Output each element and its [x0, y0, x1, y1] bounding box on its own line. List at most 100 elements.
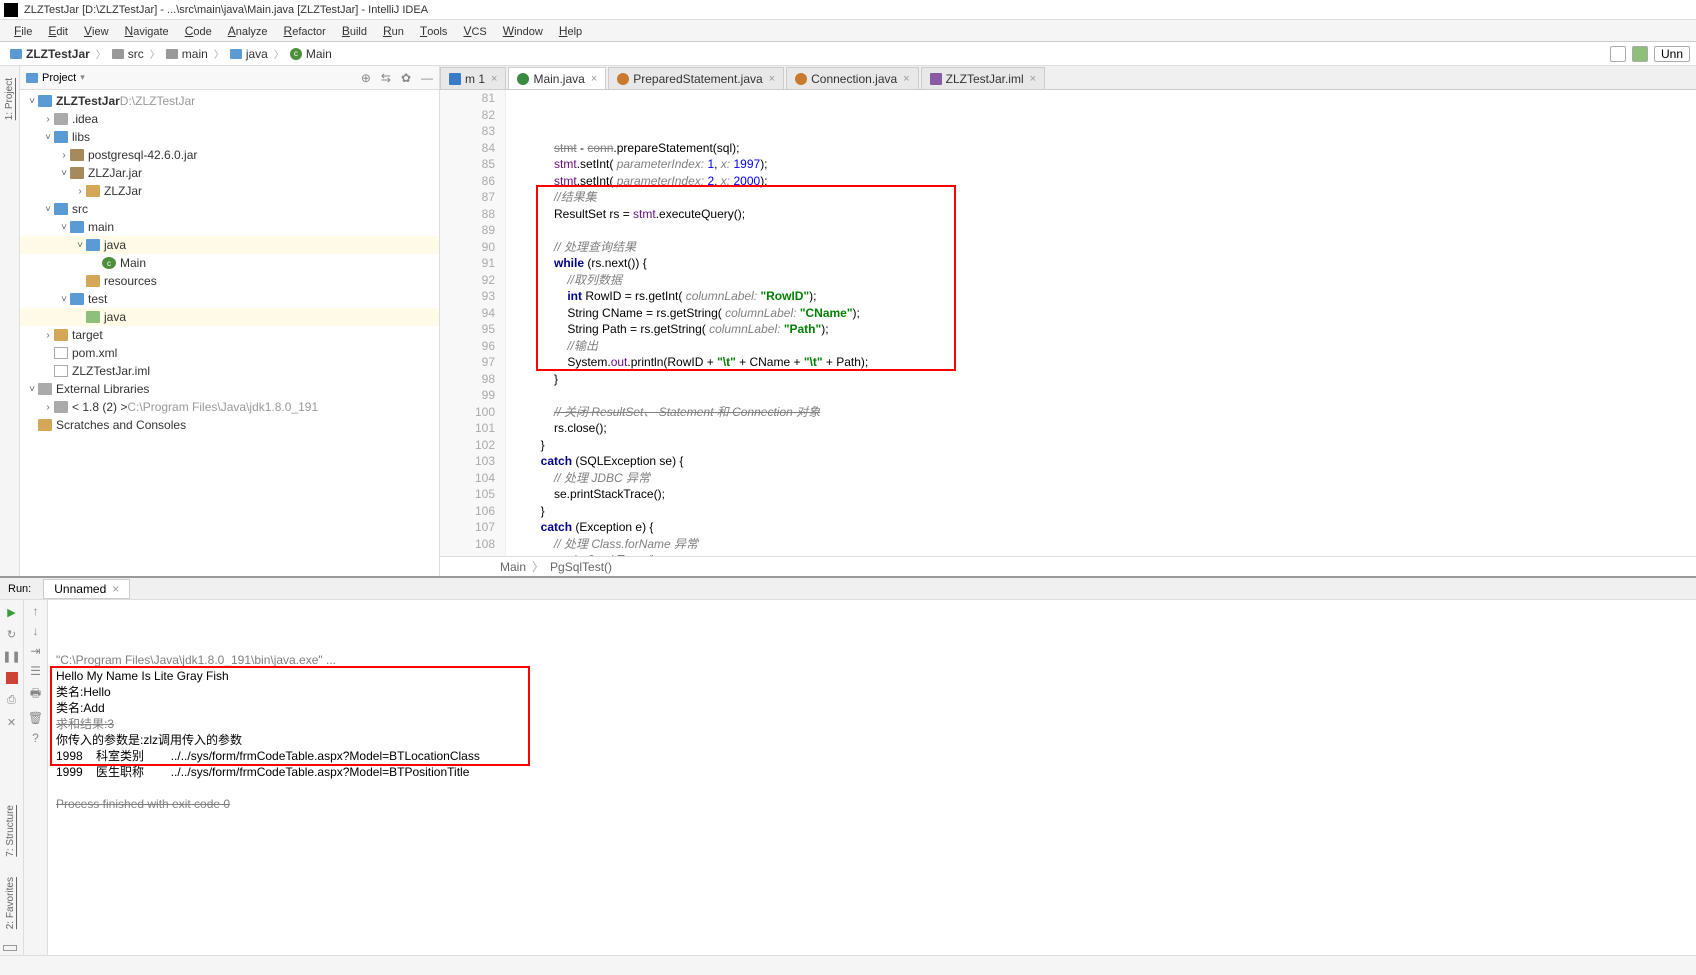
code-line[interactable]: // 处理查询结果	[514, 239, 1696, 256]
tree-row[interactable]: ›.idea	[20, 110, 439, 128]
tree-row[interactable]: ˅src	[20, 200, 439, 218]
tree-row[interactable]: ˅main	[20, 218, 439, 236]
tree-row[interactable]: ˅test	[20, 290, 439, 308]
tree-row[interactable]: ˅java	[20, 236, 439, 254]
code-line[interactable]: System.out.println(RowID + "\t" + CName …	[514, 354, 1696, 371]
toggle-icon[interactable]: ☰	[30, 664, 41, 678]
run-stop-icon[interactable]	[4, 670, 20, 686]
code-line[interactable]: catch (Exception e) {	[514, 519, 1696, 536]
code-line[interactable]: }	[514, 437, 1696, 454]
run-rerun-icon[interactable]: ↻	[4, 626, 20, 642]
menu-build[interactable]: Build	[334, 22, 375, 40]
toolbar-button-unn[interactable]: Unn	[1654, 46, 1690, 62]
tree-arrow-icon[interactable]: ˅	[42, 132, 54, 143]
code-line[interactable]: e.printStackTrace();	[514, 552, 1696, 556]
run-console[interactable]: "C:\Program Files\Java\jdk1.8.0_191\bin\…	[48, 600, 1696, 966]
code-line[interactable]: rs.close();	[514, 420, 1696, 437]
tree-arrow-icon[interactable]: ˅	[74, 240, 86, 251]
code-line[interactable]: // 处理 Class.forName 异常	[514, 536, 1696, 553]
code-area[interactable]: stmt - conn.prepareStatement(sql); stmt.…	[506, 90, 1696, 556]
tab-connection-java[interactable]: Connection.java×	[786, 67, 919, 89]
close-icon[interactable]: ×	[112, 582, 119, 596]
breadcrumb-main[interactable]: main	[162, 47, 212, 61]
breadcrumb-file[interactable]: cMain	[286, 47, 336, 61]
editor-body[interactable]: 8182838485868788899091929394959697989910…	[440, 90, 1696, 556]
menu-analyze[interactable]: Analyze	[220, 22, 276, 40]
tree-arrow-icon[interactable]: ›	[42, 402, 54, 413]
code-line[interactable]: stmt.setInt( parameterIndex: 1, x: 1997)…	[514, 156, 1696, 173]
print-icon[interactable]: 🖶	[30, 684, 41, 705]
collapse-icon[interactable]: ⇆	[381, 71, 391, 85]
run-play-icon[interactable]: ▶	[4, 604, 20, 620]
soft-wrap-icon[interactable]: ⇥	[30, 644, 40, 658]
menu-view[interactable]: View	[76, 22, 117, 40]
menu-edit[interactable]: Edit	[40, 22, 76, 40]
crumb-class[interactable]: Main	[500, 560, 526, 574]
tree-arrow-icon[interactable]: ˅	[58, 222, 70, 233]
code-line[interactable]: catch (SQLException se) {	[514, 453, 1696, 470]
tree-arrow-icon[interactable]: ˅	[42, 204, 54, 215]
code-line[interactable]: String CName = rs.getString( columnLabel…	[514, 305, 1696, 322]
gear-icon[interactable]: ✿	[401, 71, 411, 85]
tree-row[interactable]: ˅libs	[20, 128, 439, 146]
tree-row[interactable]: ˅ZLZTestJar D:\ZLZTestJar	[20, 92, 439, 110]
run-close-icon[interactable]: ✕	[4, 714, 20, 730]
close-icon[interactable]: ×	[491, 73, 497, 85]
code-line[interactable]: //结果集	[514, 189, 1696, 206]
close-icon[interactable]: ×	[903, 73, 909, 85]
code-line[interactable]: int RowID = rs.getInt( columnLabel: "Row…	[514, 288, 1696, 305]
code-line[interactable]: // 关闭 ResultSet、 Statement 和 Connection …	[514, 404, 1696, 421]
breadcrumb-src[interactable]: src	[108, 47, 148, 61]
project-tree[interactable]: ˅ZLZTestJar D:\ZLZTestJar›.idea˅libs›pos…	[20, 90, 439, 576]
tree-row[interactable]: ˅ZLZJar.jar	[20, 164, 439, 182]
run-pause-icon[interactable]: ❚❚	[4, 648, 20, 664]
code-line[interactable]: while (rs.next()) {	[514, 255, 1696, 272]
menu-refactor[interactable]: Refactor	[276, 22, 334, 40]
code-line[interactable]: //取列数据	[514, 272, 1696, 289]
tab-preparedstatement-java[interactable]: PreparedStatement.java×	[608, 67, 784, 89]
breadcrumb-java[interactable]: java	[226, 47, 272, 61]
tree-arrow-icon[interactable]: ›	[42, 330, 54, 341]
code-line[interactable]: ResultSet rs = stmt.executeQuery();	[514, 206, 1696, 223]
tab-main-java[interactable]: Main.java×	[508, 67, 606, 89]
code-line[interactable]	[514, 222, 1696, 239]
menu-window[interactable]: Window	[495, 22, 551, 40]
code-line[interactable]: }	[514, 503, 1696, 520]
tree-row[interactable]: resources	[20, 272, 439, 290]
toolbar-icon[interactable]	[1610, 46, 1626, 62]
code-line[interactable]: stmt - conn.prepareStatement(sql);	[514, 140, 1696, 157]
code-line[interactable]: stmt.setInt( parameterIndex: 2, x: 2000)…	[514, 173, 1696, 190]
trash-icon[interactable]: 🗑	[28, 711, 43, 725]
menu-file[interactable]: File	[6, 22, 40, 40]
tree-row[interactable]: ˅External Libraries	[20, 380, 439, 398]
tree-row[interactable]: ›ZLZJar	[20, 182, 439, 200]
tree-row[interactable]: pom.xml	[20, 344, 439, 362]
hide-icon[interactable]: —	[421, 71, 433, 85]
close-icon[interactable]: ×	[769, 73, 775, 85]
tree-row[interactable]: ›postgresql-42.6.0.jar	[20, 146, 439, 164]
tree-row[interactable]: ZLZTestJar.iml	[20, 362, 439, 380]
tree-arrow-icon[interactable]: ›	[58, 150, 70, 161]
code-line[interactable]: // 处理 JDBC 异常	[514, 470, 1696, 487]
tree-row[interactable]: java	[20, 308, 439, 326]
close-icon[interactable]: ×	[1030, 73, 1036, 85]
tab-zlztestjar-iml[interactable]: ZLZTestJar.iml×	[921, 67, 1045, 89]
tree-row[interactable]: Scratches and Consoles	[20, 416, 439, 434]
menu-code[interactable]: Code	[177, 22, 220, 40]
chevron-down-icon[interactable]: ▾	[80, 72, 85, 83]
tree-arrow-icon[interactable]: ›	[42, 114, 54, 125]
code-line[interactable]	[514, 387, 1696, 404]
tree-arrow-icon[interactable]: ˅	[26, 96, 38, 107]
menu-help[interactable]: Help	[551, 22, 590, 40]
close-icon[interactable]: ×	[591, 73, 597, 85]
pin-icon[interactable]	[3, 945, 17, 951]
project-title[interactable]: Project	[42, 72, 76, 84]
breadcrumb-project[interactable]: ZLZTestJar	[6, 47, 94, 61]
help-icon[interactable]: ?	[32, 731, 39, 745]
menu-navigate[interactable]: Navigate	[117, 22, 177, 40]
code-line[interactable]: se.printStackTrace();	[514, 486, 1696, 503]
menu-tools[interactable]: Tools	[412, 22, 456, 40]
run-dump-icon[interactable]: ⎙	[4, 692, 20, 708]
crumb-method[interactable]: PgSqlTest()	[550, 560, 612, 574]
locate-icon[interactable]: ⊕	[361, 71, 371, 85]
